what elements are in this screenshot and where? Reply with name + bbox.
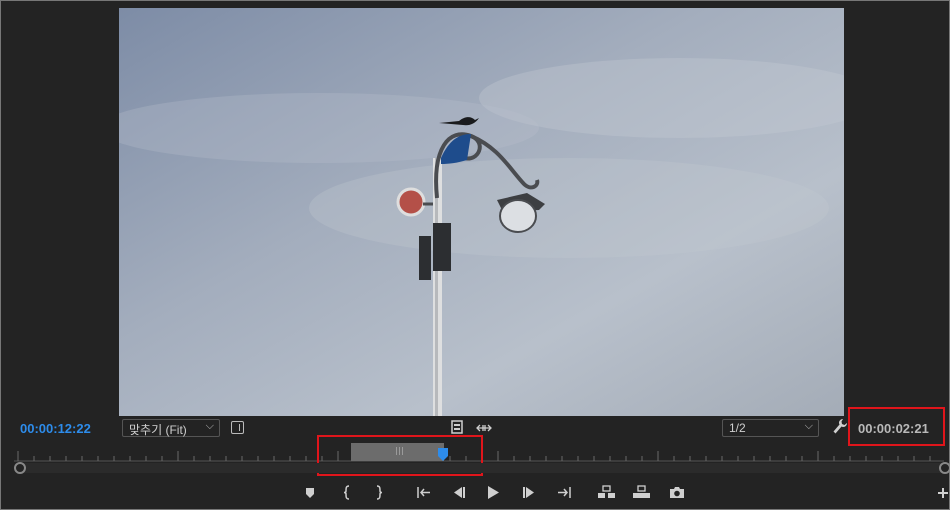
- plus-icon[interactable]: [937, 487, 949, 499]
- mark-in-icon[interactable]: [342, 485, 352, 500]
- step-back-icon[interactable]: [452, 486, 466, 499]
- settings-toggle-icon[interactable]: [231, 421, 244, 434]
- play-icon[interactable]: [487, 485, 500, 500]
- playback-resolution-value: 1/2: [729, 421, 746, 435]
- step-forward-icon[interactable]: [522, 486, 536, 499]
- mark-out-icon[interactable]: [374, 485, 384, 500]
- camera-icon[interactable]: [669, 486, 685, 499]
- current-timecode[interactable]: 00:00:12:22: [20, 421, 91, 436]
- wrench-icon[interactable]: [832, 418, 848, 436]
- duration-highlight-box: [848, 407, 945, 446]
- loop-playback-icon[interactable]: [476, 423, 492, 433]
- zoom-scrollbar[interactable]: [18, 463, 944, 473]
- go-to-out-icon[interactable]: [556, 486, 572, 499]
- insert-icon[interactable]: [597, 485, 616, 499]
- chevron-down-icon: ⌵: [804, 420, 813, 432]
- go-to-in-icon[interactable]: [416, 486, 432, 499]
- safe-margins-icon[interactable]: [451, 420, 463, 434]
- playback-resolution-select[interactable]: 1/2 ⌵: [722, 419, 819, 437]
- zoom-level-value: 맞추기 (Fit): [129, 423, 187, 437]
- overwrite-icon[interactable]: [632, 485, 651, 499]
- zoom-handle-right[interactable]: [939, 462, 950, 474]
- zoom-handle-left[interactable]: [14, 462, 26, 474]
- program-monitor-video: [119, 8, 844, 416]
- zoom-level-select[interactable]: 맞추기 (Fit) ⌵: [122, 419, 220, 437]
- marker-icon[interactable]: [305, 487, 315, 499]
- chevron-down-icon: ⌵: [205, 420, 214, 432]
